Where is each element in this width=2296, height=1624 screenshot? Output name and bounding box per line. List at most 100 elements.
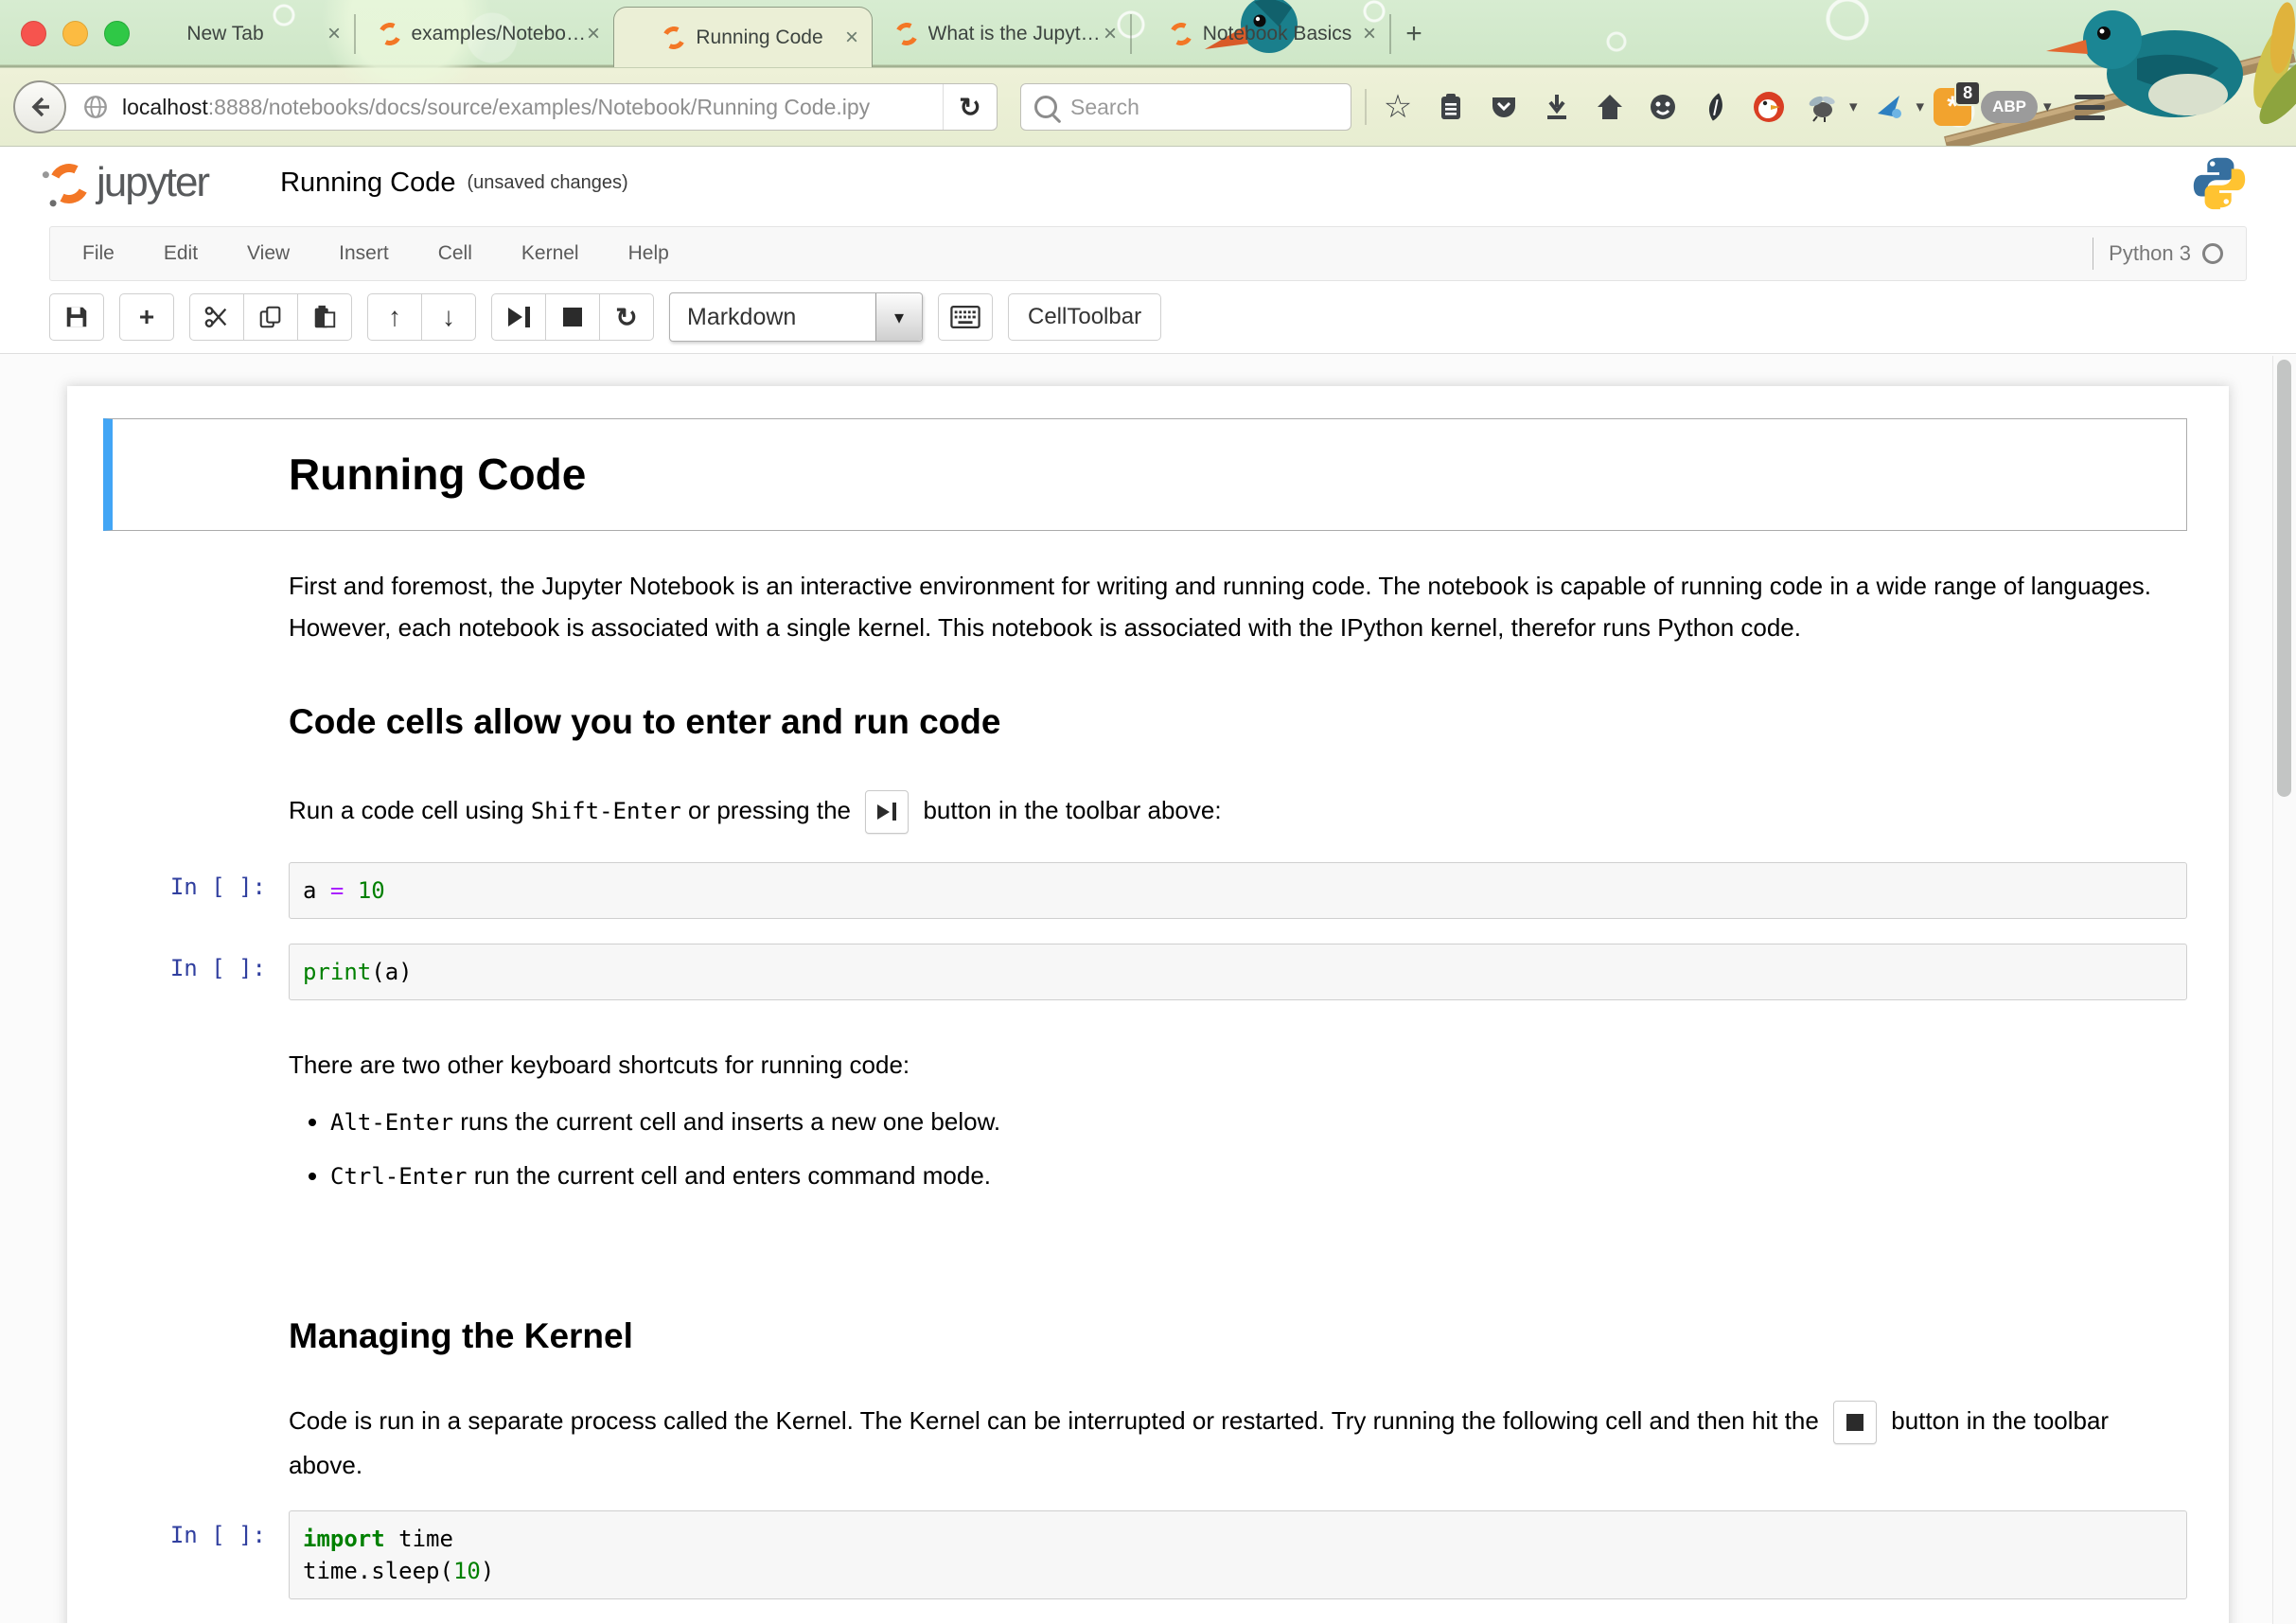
- menu-view[interactable]: View: [222, 242, 314, 265]
- cell-type-select[interactable]: Markdown ▾: [669, 292, 923, 342]
- dropdown-caret-icon[interactable]: ▾: [1849, 97, 1858, 116]
- jupyter-favicon-icon: [1167, 19, 1195, 47]
- orange-extension-icon[interactable]: * 8: [1934, 88, 1971, 126]
- code-input[interactable]: import timetime.sleep(10): [289, 1510, 2187, 1599]
- notebook-container: Running Code First and foremost, the Jup…: [67, 386, 2229, 1623]
- code-cell[interactable]: In [ ]: a = 10: [67, 862, 2229, 919]
- tab-close-icon[interactable]: ×: [845, 26, 858, 49]
- tab-close-icon[interactable]: ×: [587, 23, 600, 45]
- command-palette-button[interactable]: [938, 293, 993, 341]
- tab-close-icon[interactable]: ×: [327, 23, 341, 45]
- window-close-button[interactable]: [21, 21, 46, 46]
- search-box[interactable]: [1020, 83, 1351, 131]
- back-button[interactable]: [13, 80, 66, 133]
- fly-extension-icon[interactable]: [1800, 85, 1844, 129]
- tabs: New Tab × examples/Notebook/ × Running C…: [97, 0, 1437, 67]
- tab-strip: New Tab × examples/Notebook/ × Running C…: [0, 0, 2296, 67]
- scrollbar-thumb[interactable]: [2277, 360, 2291, 797]
- code-input[interactable]: a = 10: [289, 862, 2187, 919]
- tab-examples-notebook[interactable]: examples/Notebook/ ×: [356, 0, 613, 67]
- blue-tool-extension-icon[interactable]: [1867, 85, 1911, 129]
- tab-what-is-jupyter[interactable]: What is the Jupyter Notebook ×: [873, 0, 1130, 67]
- menu-edit[interactable]: Edit: [139, 242, 222, 265]
- dropdown-caret-icon[interactable]: ▾: [2043, 97, 2052, 116]
- interrupt-kernel-button[interactable]: [545, 293, 600, 341]
- tab-label: examples/Notebook/: [412, 23, 592, 45]
- run-button-group: ↻: [491, 293, 654, 341]
- reading-list-icon[interactable]: [1429, 85, 1473, 129]
- window-controls: [21, 21, 130, 46]
- cut-cell-button[interactable]: [189, 293, 244, 341]
- adblock-plus-icon[interactable]: ABP: [1981, 91, 2038, 123]
- url-bar[interactable]: localhost:8888/notebooks/docs/source/exa…: [42, 83, 998, 131]
- code-cell[interactable]: In [ ]: import timetime.sleep(10): [67, 1510, 2229, 1599]
- insert-cell-button[interactable]: +: [119, 293, 174, 341]
- edit-button-group: [189, 293, 352, 341]
- copy-cell-button[interactable]: [243, 293, 298, 341]
- save-button[interactable]: [49, 293, 104, 341]
- menu-file[interactable]: File: [58, 242, 139, 265]
- menu-kernel[interactable]: Kernel: [497, 242, 604, 265]
- markdown-cell-clipped[interactable]: If the Kernel dies you will be prompted …: [67, 1616, 2229, 1623]
- window-minimize-button[interactable]: [62, 21, 88, 46]
- input-prompt: In [ ]:: [103, 1510, 289, 1599]
- search-icon: [1034, 96, 1057, 118]
- scrollbar-track[interactable]: [2272, 356, 2296, 1624]
- code-input[interactable]: print(a): [289, 944, 2187, 1000]
- code-cell[interactable]: In [ ]: print(a): [67, 944, 2229, 1000]
- paste-cell-button[interactable]: [297, 293, 352, 341]
- tab-running-code-active[interactable]: Running Code ×: [613, 7, 873, 67]
- feedback-smiley-icon[interactable]: [1641, 85, 1685, 129]
- jupyter-logo[interactable]: jupyter: [49, 162, 208, 203]
- pocket-icon[interactable]: [1482, 85, 1526, 129]
- markdown-cell[interactable]: Code is run in a separate process called…: [67, 1400, 2229, 1486]
- menu-insert[interactable]: Insert: [314, 242, 414, 265]
- tab-close-icon[interactable]: ×: [1104, 23, 1117, 45]
- menu-hamburger-icon[interactable]: [2075, 95, 2105, 120]
- jupyter-favicon-icon: [375, 19, 403, 47]
- markdown-cell[interactable]: Run a code cell using Shift-Enter or pre…: [67, 789, 2229, 834]
- markdown-cell[interactable]: Code cells allow you to enter and run co…: [67, 701, 2229, 743]
- move-cell-down-button[interactable]: ↓: [421, 293, 476, 341]
- restart-kernel-button[interactable]: ↻: [599, 293, 654, 341]
- shortcuts-list: Alt-Enter runs the current cell and inse…: [289, 1104, 2187, 1192]
- url-text: localhost:8888/notebooks/docs/source/exa…: [122, 95, 870, 120]
- scissors-icon: [203, 304, 230, 330]
- celltoolbar-button[interactable]: CellToolbar: [1008, 293, 1161, 341]
- tab-new-tab[interactable]: New Tab ×: [97, 0, 354, 67]
- autosave-status: (unsaved changes): [468, 172, 628, 194]
- step-forward-icon: [508, 307, 530, 327]
- section-heading-code-cells: Code cells allow you to enter and run co…: [289, 701, 2187, 743]
- home-icon[interactable]: [1588, 85, 1632, 129]
- run-instruction-paragraph: Run a code cell using Shift-Enter or pre…: [289, 789, 2187, 834]
- jupyter-wordmark: jupyter: [97, 162, 208, 203]
- window-zoom-button[interactable]: [104, 21, 130, 46]
- cell-prompt-empty: [113, 432, 289, 517]
- search-input[interactable]: [1069, 94, 1337, 121]
- notebook-title[interactable]: Running Code: [280, 168, 455, 199]
- keyboard-icon: [950, 305, 980, 329]
- markdown-cell[interactable]: Managing the Kernel: [67, 1315, 2229, 1357]
- menu-cell[interactable]: Cell: [414, 242, 497, 265]
- python-logo-icon: [2192, 155, 2247, 210]
- reload-button[interactable]: ↻: [943, 84, 997, 130]
- duckduckgo-icon[interactable]: [1747, 85, 1791, 129]
- selected-markdown-cell[interactable]: Running Code: [103, 418, 2187, 531]
- tab-close-icon[interactable]: ×: [1363, 23, 1376, 45]
- markdown-cell[interactable]: First and foremost, the Jupyter Notebook…: [67, 565, 2229, 648]
- notebook-scroll-area[interactable]: Running Code First and foremost, the Jup…: [0, 354, 2296, 1623]
- dropdown-caret-icon[interactable]: ▾: [1916, 97, 1925, 116]
- tab-notebook-basics[interactable]: Notebook Basics ×: [1132, 0, 1389, 67]
- bookmark-star-icon[interactable]: ☆: [1376, 85, 1420, 129]
- quill-extension-icon[interactable]: [1694, 85, 1738, 129]
- run-cell-button[interactable]: [491, 293, 546, 341]
- move-button-group: ↑ ↓: [367, 293, 476, 341]
- menu-help[interactable]: Help: [604, 242, 694, 265]
- move-cell-up-button[interactable]: ↑: [367, 293, 422, 341]
- notebook-toolbar: +: [0, 281, 2296, 354]
- navigation-toolbar: localhost:8888/notebooks/docs/source/exa…: [0, 68, 2296, 146]
- downloads-icon[interactable]: [1535, 85, 1579, 129]
- markdown-cell[interactable]: There are two other keyboard shortcuts f…: [67, 1044, 2229, 1211]
- floppy-icon: [63, 304, 90, 330]
- new-tab-button[interactable]: +: [1391, 0, 1437, 67]
